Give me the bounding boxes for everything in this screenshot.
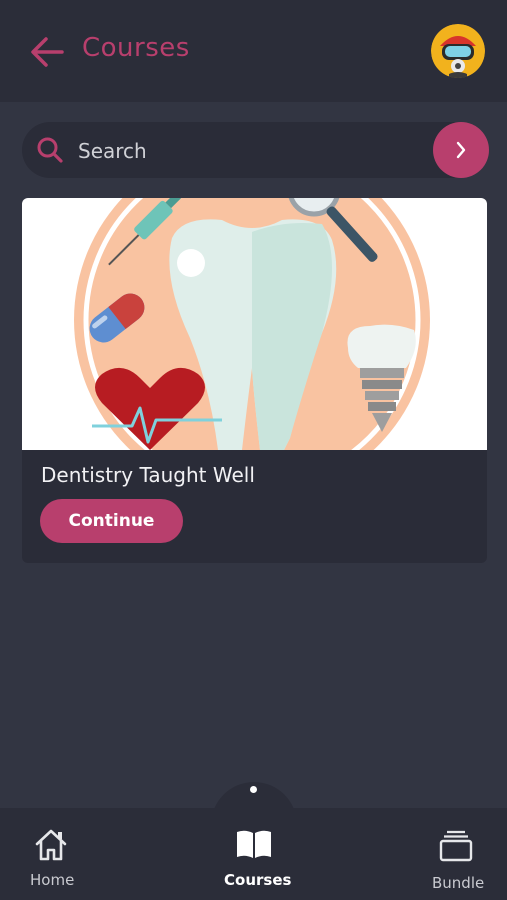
nav-item-courses[interactable]: Courses xyxy=(220,808,292,900)
bottom-navigation: Home Courses Bundle xyxy=(0,808,507,900)
search-submit-button[interactable] xyxy=(433,122,489,178)
page-indicator-dot xyxy=(250,786,257,793)
course-card[interactable]: Dentistry Taught Well Continue xyxy=(22,198,487,563)
nav-label-courses: Courses xyxy=(224,871,292,889)
chevron-right-icon xyxy=(456,141,466,159)
search-icon xyxy=(37,137,63,163)
nav-label-bundle: Bundle xyxy=(432,874,485,892)
diver-avatar-icon xyxy=(431,24,485,78)
nav-item-home[interactable]: Home xyxy=(20,808,84,900)
page-title: Courses xyxy=(82,33,190,63)
book-icon xyxy=(237,830,271,858)
arrow-left-icon xyxy=(31,37,64,67)
continue-button[interactable]: Continue xyxy=(40,499,183,543)
bundle-icon xyxy=(439,830,473,862)
back-button[interactable] xyxy=(28,34,66,70)
avatar[interactable] xyxy=(431,24,485,78)
course-title: Dentistry Taught Well xyxy=(41,463,255,487)
nav-item-bundle[interactable]: Bundle xyxy=(425,808,489,900)
home-icon xyxy=(35,829,67,861)
course-thumbnail xyxy=(22,198,487,450)
dentistry-illustration xyxy=(74,198,430,450)
search-input[interactable] xyxy=(76,122,430,180)
app-header: Courses xyxy=(0,0,507,102)
nav-label-home: Home xyxy=(30,871,75,889)
search-bar xyxy=(22,122,489,180)
